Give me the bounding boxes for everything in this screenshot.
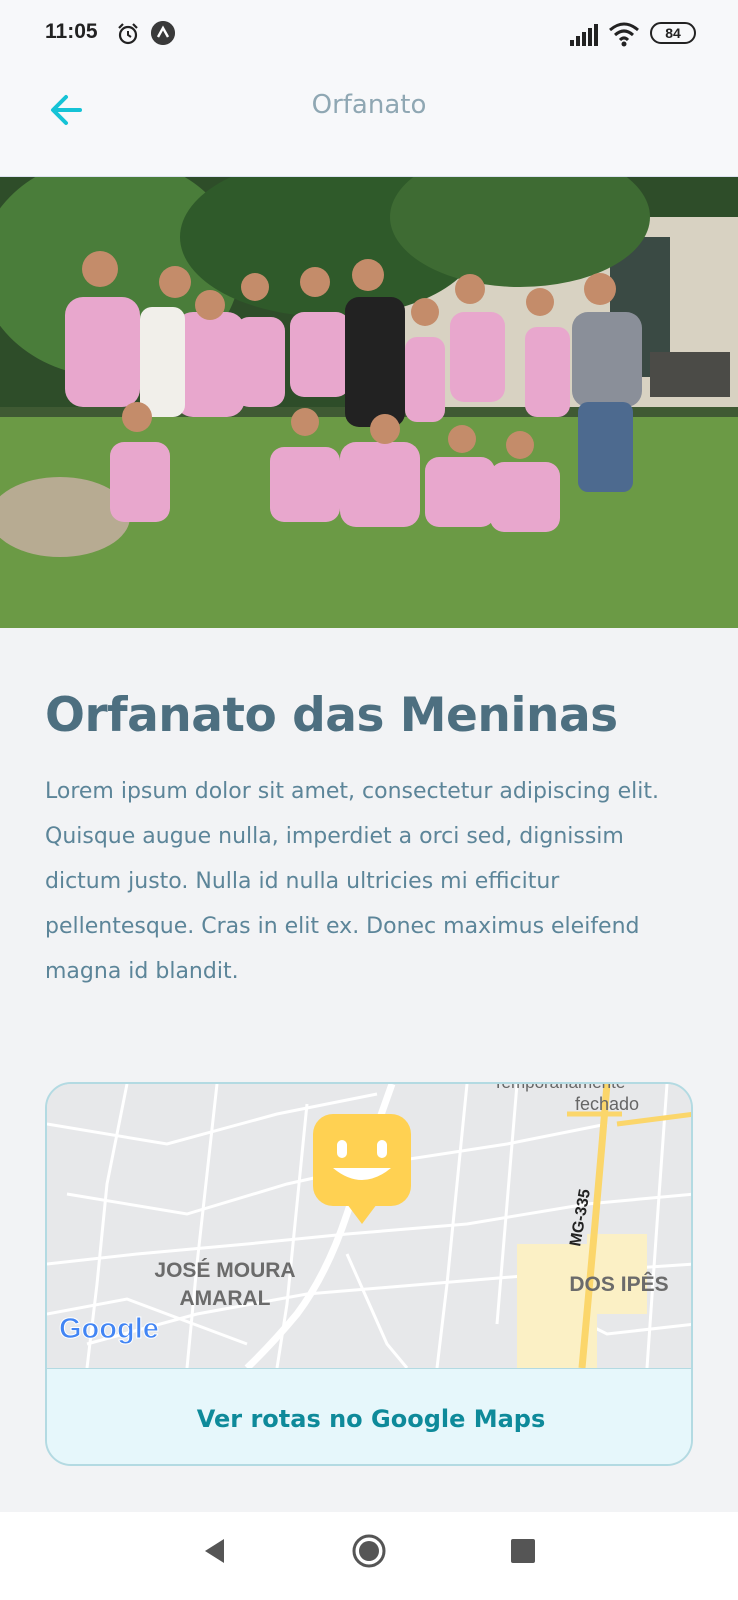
map-label-closed-2: fechado: [575, 1094, 639, 1114]
map-label-district-1a: JOSÉ MOURA: [154, 1259, 295, 1282]
map-label-district-1b: AMARAL: [180, 1287, 271, 1310]
route-link-label[interactable]: Ver rotas no Google Maps: [47, 1369, 691, 1433]
route-link-button[interactable]: Ver rotas no Google Maps: [47, 1368, 691, 1464]
nav-home-icon[interactable]: [352, 1534, 386, 1568]
map-label-district-2: DOS IPÊS: [569, 1272, 668, 1296]
orphanage-description: Lorem ipsum dolor sit amet, consectetur …: [45, 779, 659, 984]
orphanage-name: Orfanato das Meninas: [45, 688, 618, 743]
system-nav-bar: [0, 1512, 738, 1600]
battery-icon: 84: [650, 22, 696, 44]
map-card: Temporariamente fechado MG-335 JOSÉ MOUR…: [45, 1082, 693, 1466]
signal-icon: [570, 24, 598, 46]
status-bar: 11:05 84: [0, 0, 738, 66]
page-title: Orfanato: [311, 90, 427, 120]
orphanage-photo: [0, 177, 738, 628]
wifi-icon: [609, 22, 639, 47]
app-status-icon: [151, 21, 175, 45]
alarm-icon: [118, 23, 138, 45]
nav-back-icon[interactable]: [200, 1536, 230, 1566]
nav-recents-icon[interactable]: [511, 1539, 535, 1563]
map[interactable]: Temporariamente fechado MG-335 JOSÉ MOUR…: [47, 1084, 693, 1368]
google-logo: Google: [59, 1313, 159, 1345]
orphanage-details: Orfanato das Meninas Lorem ipsum dolor s…: [45, 628, 695, 994]
status-time: 11:05: [45, 20, 98, 43]
app-header: Orfanato: [0, 66, 738, 177]
map-label-closed-1: Temporariamente: [493, 1084, 625, 1092]
